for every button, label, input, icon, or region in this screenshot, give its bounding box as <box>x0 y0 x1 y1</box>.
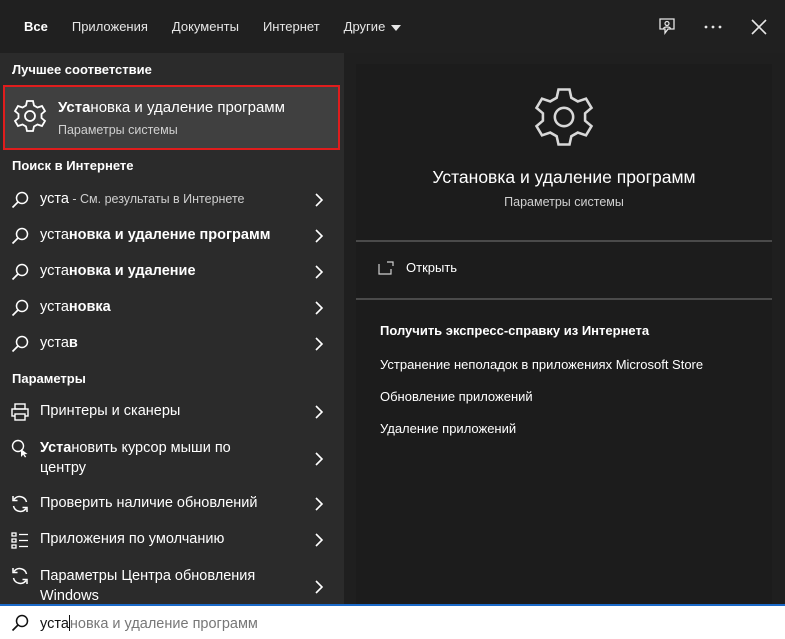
open-button[interactable]: Открыть <box>378 260 457 275</box>
search-filter-tabs: Все Приложения Документы Интернет Другие <box>0 0 785 53</box>
tab-more[interactable]: Другие <box>332 0 414 53</box>
web-result-item[interactable]: установка и удаление программ <box>0 218 344 254</box>
chevron-right-icon <box>315 497 324 511</box>
settings-result-item[interactable]: Параметры Центра обновления Windows <box>0 561 344 604</box>
tab-web[interactable]: Интернет <box>251 0 332 53</box>
chevron-right-icon <box>315 301 324 315</box>
open-icon <box>378 260 394 275</box>
help-link[interactable]: Удаление приложений <box>380 421 516 436</box>
more-icon[interactable] <box>701 15 725 39</box>
search-icon <box>11 191 29 209</box>
web-result-label: установка и удаление <box>40 263 196 279</box>
search-icon <box>11 335 29 353</box>
chevron-right-icon <box>315 193 324 207</box>
web-result-item[interactable]: уста - См. результаты в Интернете <box>0 182 344 218</box>
search-text: установка и удаление программ <box>40 615 258 632</box>
open-label: Открыть <box>406 260 458 275</box>
chevron-right-icon <box>315 533 324 547</box>
chevron-right-icon <box>315 580 324 594</box>
best-match-subtitle: Параметры системы <box>58 123 178 137</box>
preview-title: Установка и удаление программ <box>432 167 696 187</box>
windows-search-panel: Все Приложения Документы Интернет Другие <box>0 0 785 639</box>
mouse-pointer-icon <box>11 439 28 458</box>
printer-icon <box>11 403 29 421</box>
tab-web-label: Интернет <box>262 19 320 34</box>
close-icon[interactable] <box>747 15 771 39</box>
help-link[interactable]: Обновление приложений <box>380 389 533 404</box>
settings-result-label: Принтеры и сканеры <box>40 403 181 419</box>
default-apps-icon <box>11 532 28 549</box>
web-result-item[interactable]: установка и удаление <box>0 254 344 290</box>
best-match-title: Установка и удаление программ <box>58 99 285 116</box>
web-result-label: устав <box>40 335 78 351</box>
chevron-right-icon <box>315 452 324 466</box>
gear-icon <box>13 100 47 132</box>
settings-result-label: Приложения по умолчанию <box>40 531 225 547</box>
search-icon <box>11 614 29 632</box>
tab-all[interactable]: Все <box>12 0 60 53</box>
help-section-title: Получить экспресс-справку из Интернета <box>380 323 650 338</box>
web-result-label: установка <box>40 299 111 315</box>
web-result-label: уста - См. результаты в Интернете <box>40 191 245 207</box>
search-typed-text: уста <box>40 616 69 632</box>
settings-result-label: Проверить наличие обновлений <box>40 495 258 511</box>
gear-icon <box>534 88 594 146</box>
settings-result-item[interactable]: Принтеры и сканеры <box>0 394 344 430</box>
chevron-down-icon <box>391 24 402 31</box>
chevron-right-icon <box>315 337 324 351</box>
divider <box>356 298 772 300</box>
settings-result-label: Параметры Центра обновления Windows <box>40 568 256 604</box>
search-icon <box>11 227 29 245</box>
best-match-item[interactable]: Установка и удаление программ Параметры … <box>3 85 340 150</box>
section-settings: Параметры <box>12 371 86 386</box>
web-result-label: установка и удаление программ <box>40 227 271 243</box>
search-autocomplete: новка и удаление программ <box>69 616 258 632</box>
section-best-match: Лучшее соответствие <box>12 62 152 77</box>
preview-pane: Установка и удаление программ Параметры … <box>356 64 772 604</box>
divider <box>356 240 772 242</box>
settings-result-item[interactable]: Приложения по умолчанию <box>0 522 344 558</box>
settings-result-item[interactable]: Проверить наличие обновлений <box>0 486 344 522</box>
web-result-item[interactable]: устав <box>0 326 344 362</box>
settings-result-item[interactable]: Установить курсор мыши по центру <box>0 433 344 485</box>
sync-icon <box>12 495 28 513</box>
settings-result-label: Установить курсор мыши по центру <box>40 440 231 476</box>
chevron-right-icon <box>315 265 324 279</box>
tab-more-label: Другие <box>343 19 386 34</box>
tab-documents-label: Документы <box>171 19 239 34</box>
search-icon <box>11 299 29 317</box>
chevron-right-icon <box>315 405 324 419</box>
sync-icon <box>12 567 28 585</box>
search-icon <box>11 263 29 281</box>
section-web-search: Поиск в Интернете <box>12 158 134 173</box>
web-result-item[interactable]: установка <box>0 290 344 326</box>
tab-documents[interactable]: Документы <box>160 0 251 53</box>
feedback-icon[interactable] <box>655 15 679 39</box>
tab-apps[interactable]: Приложения <box>60 0 160 53</box>
help-link[interactable]: Устранение неполадок в приложениях Micro… <box>380 357 703 372</box>
search-input[interactable]: установка и удаление программ <box>0 604 785 639</box>
top-actions <box>655 0 771 53</box>
tab-apps-label: Приложения <box>71 19 148 34</box>
preview-subtitle: Параметры системы <box>504 195 624 209</box>
results-list: Лучшее соответствие Установка и удаление… <box>0 53 344 604</box>
chevron-right-icon <box>315 229 324 243</box>
tab-all-label: Все <box>24 19 48 34</box>
